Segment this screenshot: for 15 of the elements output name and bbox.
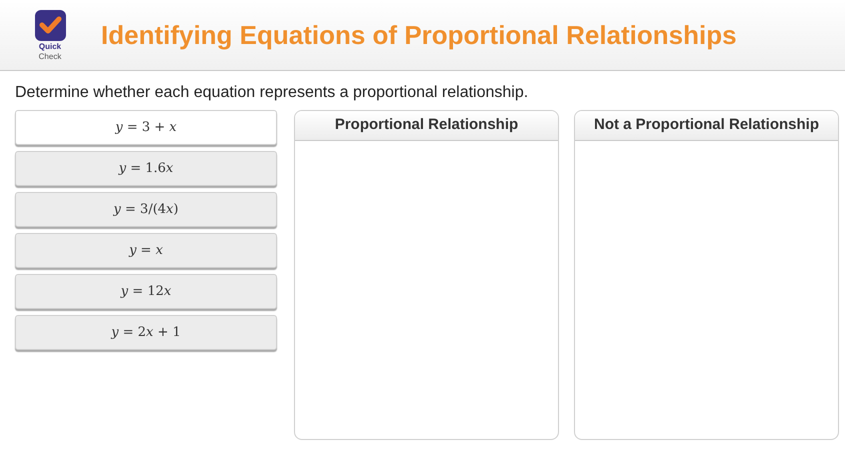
page-title: Identifying Equations of Proportional Relationships bbox=[101, 18, 737, 52]
equation-card[interactable]: y = 2x + 1 bbox=[15, 315, 277, 350]
checkmark-icon bbox=[34, 10, 66, 40]
equation-card[interactable]: y = 3/(4x) bbox=[15, 192, 277, 227]
badge-label: Check bbox=[38, 52, 62, 62]
equation-card[interactable]: y = x bbox=[15, 233, 277, 268]
zone-heading: Not a Proportional Relationship bbox=[575, 111, 838, 141]
equation-card[interactable]: y = 1.6x bbox=[15, 151, 277, 186]
instruction-text: Determine whether each equation represents a proportional relationship. bbox=[15, 83, 530, 103]
equation-card[interactable]: y = 3 + x bbox=[15, 110, 277, 145]
zone-heading: Proportional Relationship bbox=[295, 111, 558, 141]
drop-zone[interactable]: Proportional Relationship bbox=[294, 110, 559, 440]
badge-label: Quick bbox=[38, 42, 62, 52]
drop-zone[interactable]: Not a Proportional Relationship bbox=[574, 110, 839, 440]
equation-card[interactable]: y = 12x bbox=[15, 274, 277, 309]
